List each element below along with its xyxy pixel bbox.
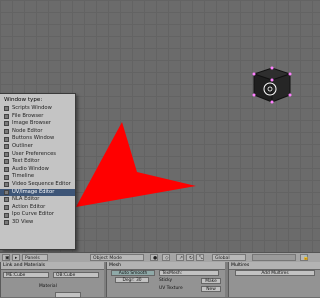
rotate-icon[interactable]: ↻	[186, 254, 194, 261]
add-multires-button[interactable]: Add Multires	[235, 270, 315, 276]
window-type-icon	[4, 113, 9, 119]
menu-item-file-browser[interactable]: File Browser	[0, 113, 75, 121]
manipulator-icon[interactable]: ↗	[176, 254, 184, 261]
window-type-icon	[4, 129, 9, 135]
3d-viewport[interactable]: Window type: Scripts Window File Browser I…	[0, 0, 320, 252]
menu-item-label: Video Sequence Editor	[12, 180, 71, 187]
window-type-icon	[4, 121, 9, 127]
window-type-menu: Window type: Scripts Window File Browser I…	[0, 93, 76, 250]
window-type-icon	[4, 197, 9, 203]
material-label: Material	[39, 284, 57, 289]
menu-item-label: Text Editor	[12, 158, 40, 165]
panel-title: Link and Materials	[1, 262, 104, 270]
menu-toggle-icon[interactable]: ▸	[12, 254, 20, 261]
menu-item-label: NLA Editor	[12, 196, 40, 203]
menu-item-label: User Preferences	[12, 150, 56, 157]
window-type-icon	[4, 159, 9, 165]
window-type-icon	[4, 205, 9, 211]
sticky-label: Sticky	[159, 278, 173, 283]
ob-field[interactable]: OB:Cube	[53, 272, 99, 278]
menu-item-buttons-window[interactable]: Buttons Window	[0, 135, 75, 143]
menu-item-label: Timeline	[12, 173, 35, 180]
menu-item-video-sequence-editor[interactable]: Video Sequence Editor	[0, 181, 75, 189]
window-type-button[interactable]: ▣	[2, 254, 10, 261]
menu-item-label: Outliner	[12, 142, 33, 149]
window-type-icon	[4, 106, 9, 112]
pivot-icon[interactable]: ◇	[162, 254, 170, 261]
draw-type-icon[interactable]: ●	[150, 254, 158, 261]
layer-buttons[interactable]	[252, 254, 296, 261]
menu-item-nla-editor[interactable]: NLA Editor	[0, 196, 75, 204]
panel-title: Mesh	[107, 262, 225, 270]
menu-item-scripts-window[interactable]: Scripts Window	[0, 105, 75, 113]
panels-menu[interactable]: Panels	[22, 254, 48, 261]
menu-item-label: File Browser	[12, 112, 44, 119]
link-materials-panel: Link and Materials ME:Cube OB:Cube Mater…	[0, 262, 104, 298]
menu-item-label: Buttons Window	[12, 135, 55, 142]
mode-select[interactable]: Object Mode	[90, 254, 144, 261]
menu-item-uv-image-editor[interactable]: UV/Image Editor	[0, 188, 75, 197]
menu-item-node-editor[interactable]: Node Editor	[0, 128, 75, 136]
texmesh-field[interactable]: TexMesh:	[159, 270, 219, 276]
uvtexture-label: UV Texture	[159, 286, 183, 291]
material-field[interactable]	[55, 292, 81, 298]
menu-item-timeline[interactable]: Timeline	[0, 173, 75, 181]
menu-item-audio-window[interactable]: Audio Window	[0, 166, 75, 174]
menu-item-text-editor[interactable]: Text Editor	[0, 158, 75, 166]
window-type-icon	[4, 220, 9, 226]
panel-title: Multires	[229, 262, 320, 270]
menu-item-3d-view[interactable]: 3D View	[0, 219, 75, 227]
window-type-icon: ▣	[5, 256, 10, 261]
multires-panel: Multires Add Multires	[228, 262, 320, 297]
orientation-select[interactable]: Global	[212, 254, 246, 261]
window-type-icon	[4, 136, 9, 142]
menu-item-label: Ipo Curve Editor	[12, 211, 54, 218]
auto-smooth-button[interactable]: Auto Smooth	[111, 270, 155, 276]
me-field[interactable]: ME:Cube	[3, 272, 49, 278]
menu-item-label: Image Browser	[12, 120, 51, 127]
menu-item-user-preferences[interactable]: User Preferences	[0, 151, 75, 159]
menu-items: Scripts Window File Browser Image Browser N…	[0, 105, 75, 227]
buttons-window: Link and Materials ME:Cube OB:Cube Mater…	[0, 262, 320, 298]
window-type-icon	[4, 182, 9, 188]
lock-icon[interactable]: 🔒	[300, 254, 309, 261]
degr-field[interactable]: Degr: 30	[115, 277, 149, 283]
menu-item-image-browser[interactable]: Image Browser	[0, 120, 75, 128]
menu-item-label: Action Editor	[12, 203, 46, 210]
menu-item-ipo-curve-editor[interactable]: Ipo Curve Editor	[0, 211, 75, 219]
uvtexture-new-button[interactable]: New	[201, 286, 221, 292]
menu-item-label: Node Editor	[12, 127, 43, 134]
menu-item-outliner[interactable]: Outliner	[0, 143, 75, 151]
scale-icon[interactable]: ⤡	[196, 254, 204, 261]
menu-item-label: UV/Image Editor	[12, 188, 55, 195]
menu-item-label: 3D View	[12, 218, 34, 225]
window-type-icon	[4, 212, 9, 218]
menu-item-label: Scripts Window	[12, 105, 52, 111]
window-type-icon	[4, 174, 9, 180]
window-type-icon	[4, 151, 9, 157]
menu-title: Window type:	[4, 97, 43, 103]
window-type-icon	[4, 167, 9, 173]
menu-item-label: Audio Window	[12, 165, 49, 172]
window-type-icon	[4, 189, 9, 195]
sticky-make-button[interactable]: Make	[201, 278, 221, 284]
mesh-panel: Mesh Auto Smooth Degr: 30 TexMesh: Stick…	[106, 262, 225, 297]
window-type-icon	[4, 144, 9, 150]
menu-item-action-editor[interactable]: Action Editor	[0, 204, 75, 212]
